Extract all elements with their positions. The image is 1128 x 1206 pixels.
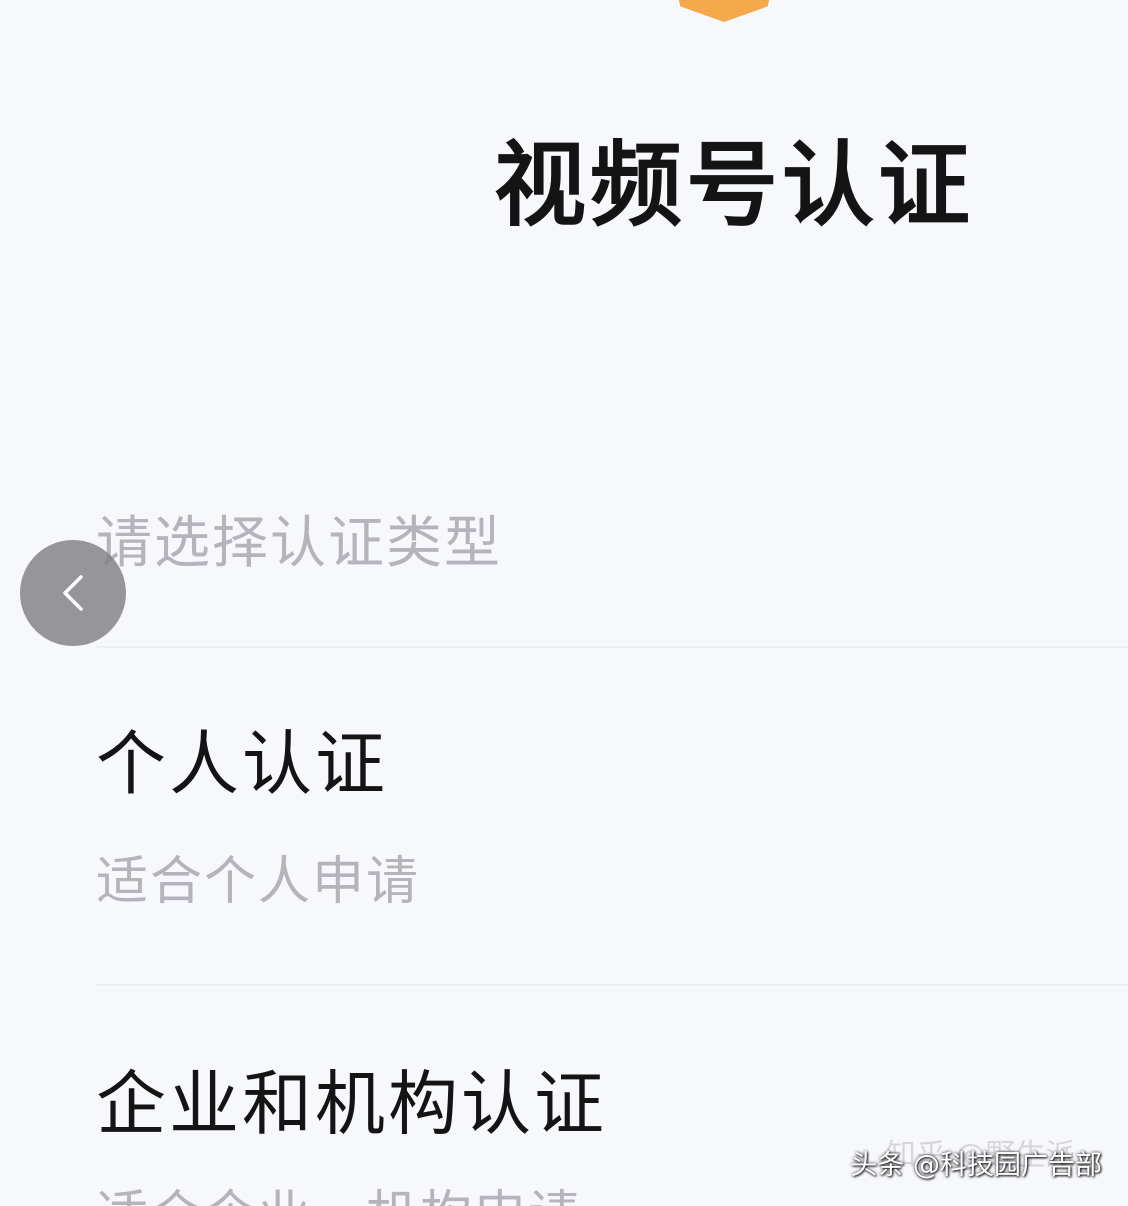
- watermark: 头条 @科技园广告部: [850, 1150, 1102, 1181]
- chevron-left-icon: [63, 575, 83, 611]
- option-description: 适合企业、机构申请: [96, 1182, 582, 1206]
- badge-icon: [672, 0, 776, 22]
- option-personal-verification[interactable]: 个人认证 适合个人申请: [0, 648, 1128, 984]
- back-button[interactable]: [20, 540, 126, 646]
- page-title: 视频号认证: [494, 132, 975, 239]
- option-title: 企业和机构认证: [96, 1063, 607, 1145]
- option-description: 适合个人申请: [96, 852, 421, 912]
- section-prompt: 请选择认证类型: [96, 511, 502, 576]
- verification-page: 视频号认证 请选择认证类型 个人认证 适合个人申请 企业和机构认证 适合企业、机…: [0, 0, 1128, 1206]
- option-title: 个人认证: [96, 723, 388, 805]
